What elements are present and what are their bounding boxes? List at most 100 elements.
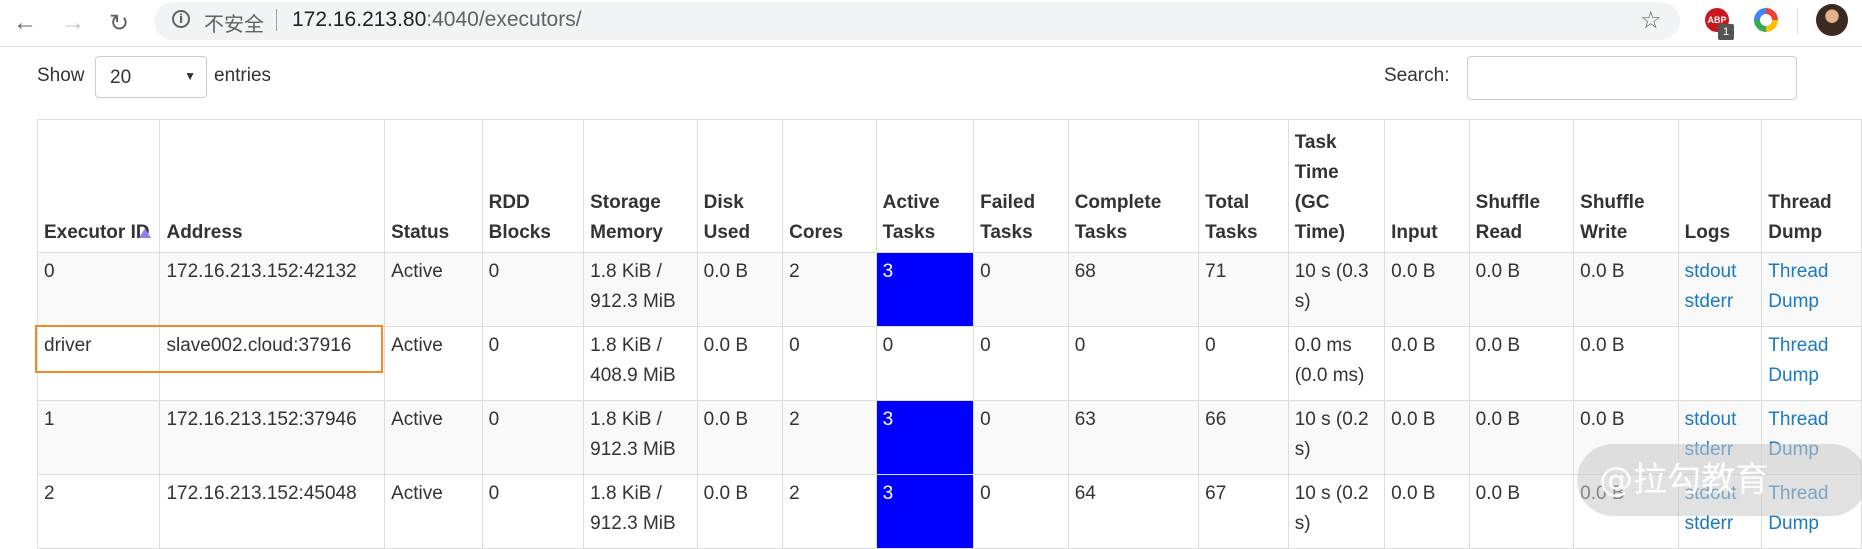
address-separator xyxy=(276,9,277,31)
sort-ascending-icon[interactable] xyxy=(139,228,152,238)
bookmark-star-icon[interactable]: ☆ xyxy=(1640,6,1662,34)
security-label[interactable]: 不安全 xyxy=(204,8,264,37)
cell-shuffle-read: 0.0 B xyxy=(1468,252,1575,327)
thread-dump-link[interactable]: Thread Dump xyxy=(1768,331,1855,391)
cell-complete-tasks: 63 xyxy=(1067,400,1200,475)
url-path: :4040/executors/ xyxy=(426,8,582,31)
cell-address: 172.16.213.152:37946 xyxy=(159,400,386,475)
search-label: Search: xyxy=(1384,65,1450,86)
header-failed-tasks[interactable]: Failed Tasks xyxy=(973,119,1069,253)
reload-icon[interactable]: ↻ xyxy=(104,8,134,38)
header-shuffle-write[interactable]: Shuffle Write xyxy=(1573,119,1679,253)
watermark: @拉勾教育 xyxy=(1577,444,1862,516)
cell-storage-memory: 1.8 KiB / 408.9 MiB xyxy=(583,326,698,401)
entries-select-value: 20 xyxy=(110,67,132,88)
entries-label: entries xyxy=(214,65,272,86)
cell-task-time: 10 s (0.2 s) xyxy=(1287,474,1386,549)
cell-task-time: 0.0 ms (0.0 ms) xyxy=(1287,326,1386,401)
header-address[interactable]: Address xyxy=(159,119,386,253)
cell-shuffle-write: 0.0 B xyxy=(1573,326,1679,401)
ring-extension-icon[interactable] xyxy=(1754,8,1778,32)
cell-thread-dump: Thread Dump xyxy=(1761,326,1862,401)
cell-input: 0.0 B xyxy=(1384,326,1470,401)
cell-logs: stdoutstderr xyxy=(1677,252,1763,327)
header-active-tasks[interactable]: Active Tasks xyxy=(875,119,975,253)
cell-cores: 2 xyxy=(782,474,877,549)
cell-shuffle-read: 0.0 B xyxy=(1468,326,1575,401)
cell-total-tasks: 71 xyxy=(1198,252,1289,327)
stderr-link[interactable]: stderr xyxy=(1685,287,1756,317)
cell-logs xyxy=(1677,326,1763,401)
cell-status: Active xyxy=(384,400,483,475)
cell-storage-memory: 1.8 KiB / 912.3 MiB xyxy=(583,474,698,549)
cell-failed-tasks: 0 xyxy=(973,252,1069,327)
cell-executor-id: driver xyxy=(36,326,161,401)
header-input[interactable]: Input xyxy=(1384,119,1470,253)
back-arrow-icon[interactable]: ← xyxy=(10,8,40,38)
forward-arrow-icon[interactable]: → xyxy=(58,8,88,38)
cell-disk-used: 0.0 B xyxy=(696,400,784,475)
header-shuffle-read[interactable]: Shuffle Read xyxy=(1468,119,1575,253)
cell-cores: 2 xyxy=(782,400,877,475)
cell-active-tasks: 3 xyxy=(875,252,975,327)
cell-address: 172.16.213.152:45048 xyxy=(159,474,386,549)
url-text[interactable]: 172.16.213.80:4040/executors/ xyxy=(292,8,582,32)
header-disk-used[interactable]: Disk Used xyxy=(696,119,784,253)
cell-storage-memory: 1.8 KiB / 912.3 MiB xyxy=(583,400,698,475)
cell-address: 172.16.213.152:42132 xyxy=(159,252,386,327)
search-input[interactable] xyxy=(1467,56,1797,100)
adblock-badge: 1 xyxy=(1718,24,1734,40)
cell-executor-id: 2 xyxy=(36,474,161,549)
cell-failed-tasks: 0 xyxy=(973,474,1069,549)
table-row: driver slave002.cloud:37916 Active 0 1.8… xyxy=(36,326,1862,401)
cell-executor-id: 0 xyxy=(36,252,161,327)
browser-toolbar: ← → ↻ i 不安全 172.16.213.80:4040/executors… xyxy=(0,0,1862,47)
header-complete-tasks[interactable]: Complete Tasks xyxy=(1067,119,1200,253)
cell-shuffle-read: 0.0 B xyxy=(1468,474,1575,549)
cell-cores: 2 xyxy=(782,252,877,327)
cell-active-tasks: 3 xyxy=(875,400,975,475)
cell-input: 0.0 B xyxy=(1384,252,1470,327)
stdout-link[interactable]: stdout xyxy=(1685,405,1756,435)
header-status[interactable]: Status xyxy=(384,119,483,253)
table-header-row: Executor ID Address Status RDD Blocks St… xyxy=(36,119,1862,253)
cell-task-time: 10 s (0.3 s) xyxy=(1287,252,1386,327)
cell-cores: 0 xyxy=(782,326,877,401)
profile-avatar[interactable] xyxy=(1816,4,1848,36)
show-label: Show xyxy=(37,65,85,86)
header-executor-id[interactable]: Executor ID xyxy=(36,119,161,253)
cell-input: 0.0 B xyxy=(1384,400,1470,475)
header-cores[interactable]: Cores xyxy=(782,119,877,253)
stdout-link[interactable]: stdout xyxy=(1685,257,1756,287)
cell-address: slave002.cloud:37916 xyxy=(159,326,386,401)
toolbar-separator xyxy=(1797,8,1798,34)
cell-active-tasks: 3 xyxy=(875,474,975,549)
entries-select[interactable]: 20 ▼ xyxy=(95,56,207,98)
cell-input: 0.0 B xyxy=(1384,474,1470,549)
cell-total-tasks: 0 xyxy=(1198,326,1289,401)
cell-shuffle-write: 0.0 B xyxy=(1573,252,1679,327)
cell-active-tasks: 0 xyxy=(875,326,975,401)
header-task-time[interactable]: Task Time (GC Time) xyxy=(1287,119,1386,253)
info-icon[interactable]: i xyxy=(172,10,190,28)
header-storage-memory[interactable]: Storage Memory xyxy=(583,119,698,253)
cell-complete-tasks: 0 xyxy=(1067,326,1200,401)
header-label: Executor ID xyxy=(44,222,150,243)
cell-status: Active xyxy=(384,474,483,549)
cell-total-tasks: 67 xyxy=(1198,474,1289,549)
header-rdd-blocks[interactable]: RDD Blocks xyxy=(481,119,585,253)
cell-shuffle-read: 0.0 B xyxy=(1468,400,1575,475)
url-host: 172.16.213.80 xyxy=(292,8,427,31)
cell-task-time: 10 s (0.2 s) xyxy=(1287,400,1386,475)
cell-storage-memory: 1.8 KiB / 912.3 MiB xyxy=(583,252,698,327)
cell-rdd-blocks: 0 xyxy=(481,400,585,475)
cell-status: Active xyxy=(384,252,483,327)
cell-executor-id: 1 xyxy=(36,400,161,475)
thread-dump-link[interactable]: Thread Dump xyxy=(1768,257,1855,317)
cell-complete-tasks: 68 xyxy=(1067,252,1200,327)
cell-disk-used: 0.0 B xyxy=(696,474,784,549)
chevron-down-icon: ▼ xyxy=(184,69,196,83)
header-logs[interactable]: Logs xyxy=(1677,119,1763,253)
header-thread-dump[interactable]: Thread Dump xyxy=(1761,119,1862,253)
header-total-tasks[interactable]: Total Tasks xyxy=(1198,119,1289,253)
